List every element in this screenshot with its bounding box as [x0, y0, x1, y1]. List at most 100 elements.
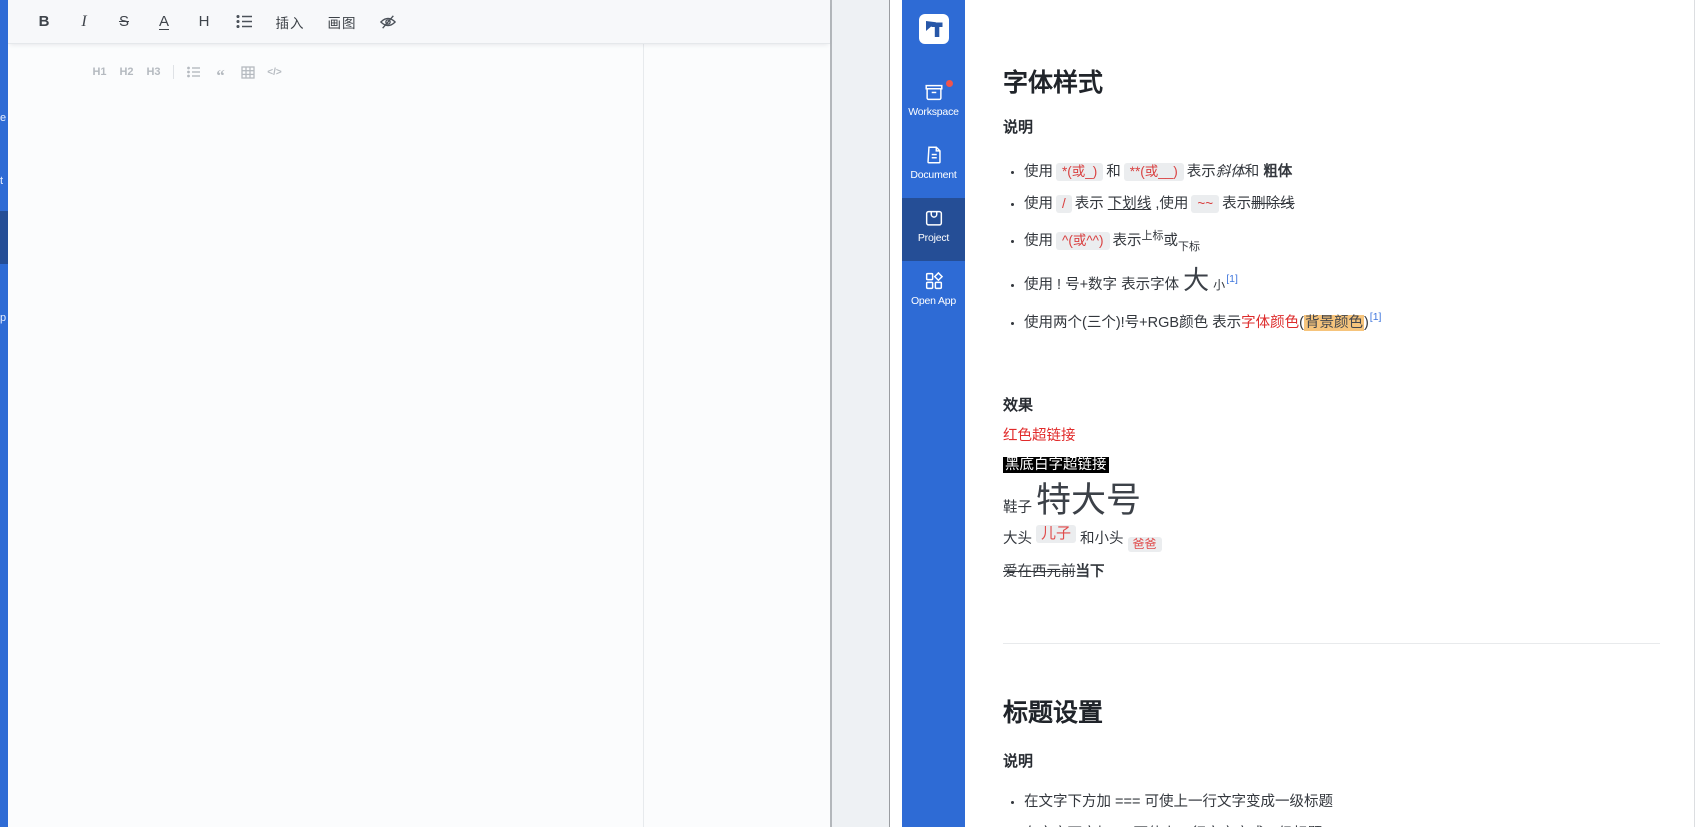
lowered-tag-sample: 爸爸 [1127, 537, 1162, 552]
section-title-font-style: 字体样式 [1003, 69, 1104, 97]
blockquote-button[interactable]: “ [207, 62, 234, 84]
list-button[interactable] [224, 7, 264, 37]
bg-color-sample: 背景颜色 [1303, 315, 1364, 331]
superscript-sample: 上标 [1141, 230, 1164, 242]
effect-big-font-line: 鞋子 特大号 [1003, 482, 1660, 520]
preview-toggle-button[interactable] [368, 7, 408, 37]
eye-off-icon [379, 14, 397, 29]
text: 表示 [1112, 233, 1142, 249]
italic-sample: 斜体 [1215, 164, 1245, 180]
text: ) [1363, 315, 1369, 331]
strikethrough-button[interactable]: S [104, 7, 144, 37]
underline-button[interactable]: A [144, 7, 184, 37]
format-bar: H1 H2 H3 “ </> [8, 62, 830, 84]
code-span: ^(或^^) [1056, 232, 1110, 250]
text: 和 [1244, 164, 1260, 180]
strikethrough-sample: 爱在西元前 [1003, 564, 1076, 580]
help-document: 字体样式 说明 使用*(或_)和**(或__)表示斜体和 粗体 使用/表示 下划… [965, 0, 1694, 827]
label-fragment: t [0, 175, 4, 187]
code-span: *(或_) [1056, 163, 1104, 181]
extra-large-sample: 特大号 [1036, 481, 1142, 520]
active-item-fragment [0, 211, 8, 264]
text: 和 [1106, 164, 1121, 180]
syntax-bullet: 使用/表示 下划线 ,使用~~表示删除线 [1024, 189, 1660, 219]
section-title-heading-setting: 标题设置 [1003, 699, 1104, 727]
underline-sample: 下划线 [1107, 196, 1152, 212]
footnote-link[interactable]: [1] [1226, 273, 1238, 285]
text: 使用 ! 号+数字 表示字体 [1024, 277, 1180, 293]
bullet-list-button[interactable] [180, 62, 207, 82]
syntax-bullet: 在文字下方加 --- 可使上一行文字变成二级标题 [1024, 819, 1660, 827]
label-fragment: p [0, 312, 7, 324]
h3-button[interactable]: H3 [140, 62, 167, 82]
text: 表示 [1186, 164, 1216, 180]
editor-toolbar: B I S A H 插入 画图 [8, 0, 830, 44]
black-bg-hyperlink[interactable]: 黑底白字超链接 [1003, 457, 1109, 473]
label-fragment: e [0, 112, 7, 124]
text: ,使用 [1155, 196, 1189, 212]
cutoff-dock-strip: e t p [0, 0, 8, 827]
effect-black-link-line: 黑底白字超链接 [1003, 455, 1660, 476]
text: 表示 [1074, 196, 1104, 212]
section-divider [1003, 643, 1660, 644]
divider [173, 65, 174, 79]
red-hyperlink[interactable]: 红色超链接 [1003, 428, 1076, 444]
bold-sample: 当下 [1075, 564, 1105, 580]
syntax-list: 使用*(或_)和**(或__)表示斜体和 粗体 使用/表示 下划线 ,使用~~表… [1003, 157, 1660, 338]
syntax-bullet: 使用*(或_)和**(或__)表示斜体和 粗体 [1024, 157, 1660, 187]
dock-item-workspace[interactable]: Workspace [902, 72, 965, 135]
dock-label: Document [910, 169, 957, 181]
small-font-sample: 小 [1213, 278, 1226, 292]
open-app-icon [925, 271, 943, 290]
table-button[interactable] [234, 62, 261, 82]
italic-button[interactable]: I [64, 7, 104, 37]
app-logo[interactable] [918, 14, 949, 44]
text: 和小头 [1080, 531, 1124, 547]
help-window: Workspace Document Project Open App 字体样式… [889, 0, 1695, 827]
insert-button[interactable]: 插入 [264, 7, 316, 37]
dock-label: Workspace [908, 106, 959, 118]
document-icon [926, 146, 941, 164]
dock-item-open-app[interactable]: Open App [902, 261, 965, 324]
text: 使用 [1024, 233, 1053, 249]
dock-item-document[interactable]: Document [902, 135, 965, 198]
underline-a-label: A [158, 12, 169, 30]
subscript-sample: 下标 [1178, 241, 1200, 253]
text: 表示 [1222, 196, 1252, 212]
bold-button[interactable]: B [24, 7, 64, 37]
project-icon [925, 210, 942, 226]
heading-button[interactable]: H [184, 7, 224, 37]
app-dock: Workspace Document Project Open App [902, 0, 965, 827]
footnote-link[interactable]: [1] [1370, 311, 1382, 323]
dock-label: Open App [910, 295, 957, 307]
code-span: ~~ [1191, 195, 1220, 213]
editor-window: B I S A H 插入 画图 H1 H2 H3 “ </> [8, 0, 832, 827]
subtitle-shuoming: 说明 [1003, 753, 1034, 770]
heading-syntax-list: 在文字下方加 === 可使上一行文字变成一级标题 在文字下方加 --- 可使上一… [1003, 787, 1660, 827]
table-icon [240, 65, 255, 79]
h1-button[interactable]: H1 [86, 62, 113, 82]
effect-strike-bold-line: 爱在西元前当下 [1003, 562, 1660, 583]
subtitle-shuoming: 说明 [1003, 119, 1034, 136]
text: 使用 [1024, 164, 1053, 180]
editor-pane-divider [643, 44, 644, 827]
notification-dot [945, 79, 954, 88]
text: 使用 [1024, 196, 1053, 212]
syntax-bullet: 在文字下方加 === 可使上一行文字变成一级标题 [1024, 787, 1660, 817]
draw-button[interactable]: 画图 [316, 7, 368, 37]
workspace-icon [924, 84, 943, 101]
dock-item-project[interactable]: Project [902, 198, 965, 261]
list-icon [235, 14, 252, 29]
effect-red-link-line: 红色超链接 [1003, 426, 1660, 447]
strikethrough-sample: 删除线 [1251, 196, 1295, 212]
effect-sup-sub-line: 大头 儿子 和小头 爸爸 [1003, 525, 1660, 552]
code-button[interactable]: </> [261, 62, 288, 82]
code-span: / [1056, 195, 1072, 213]
bullet-list-icon [186, 66, 200, 78]
syntax-bullet: 使用^(或^^)表示上标或下标 [1024, 221, 1660, 262]
text: 使用两个(三个)!号+RGB颜色 表示 [1024, 315, 1242, 331]
text: 鞋子 [1003, 500, 1032, 516]
syntax-bullet: 使用两个(三个)!号+RGB颜色 表示字体颜色(背景颜色)[1] [1024, 302, 1660, 338]
bold-sample: 粗体 [1263, 164, 1293, 180]
h2-button[interactable]: H2 [113, 62, 140, 82]
